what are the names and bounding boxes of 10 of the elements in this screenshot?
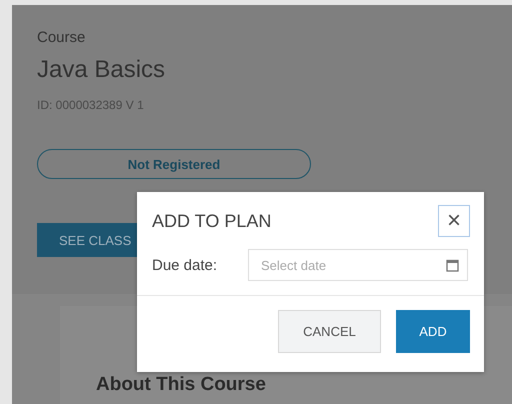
calendar-icon[interactable] xyxy=(446,259,459,272)
section-heading: About This Course xyxy=(96,374,267,396)
course-title: Java Basics xyxy=(37,56,166,84)
section-label: Course xyxy=(37,29,86,46)
cancel-button[interactable]: CANCEL xyxy=(278,310,381,353)
date-field[interactable]: Select date xyxy=(248,249,468,281)
status-badge: Not Registered xyxy=(37,149,311,179)
close-button[interactable]: × xyxy=(438,205,470,237)
add-button[interactable]: ADD xyxy=(396,310,470,353)
field-label: Due date: xyxy=(152,256,218,274)
